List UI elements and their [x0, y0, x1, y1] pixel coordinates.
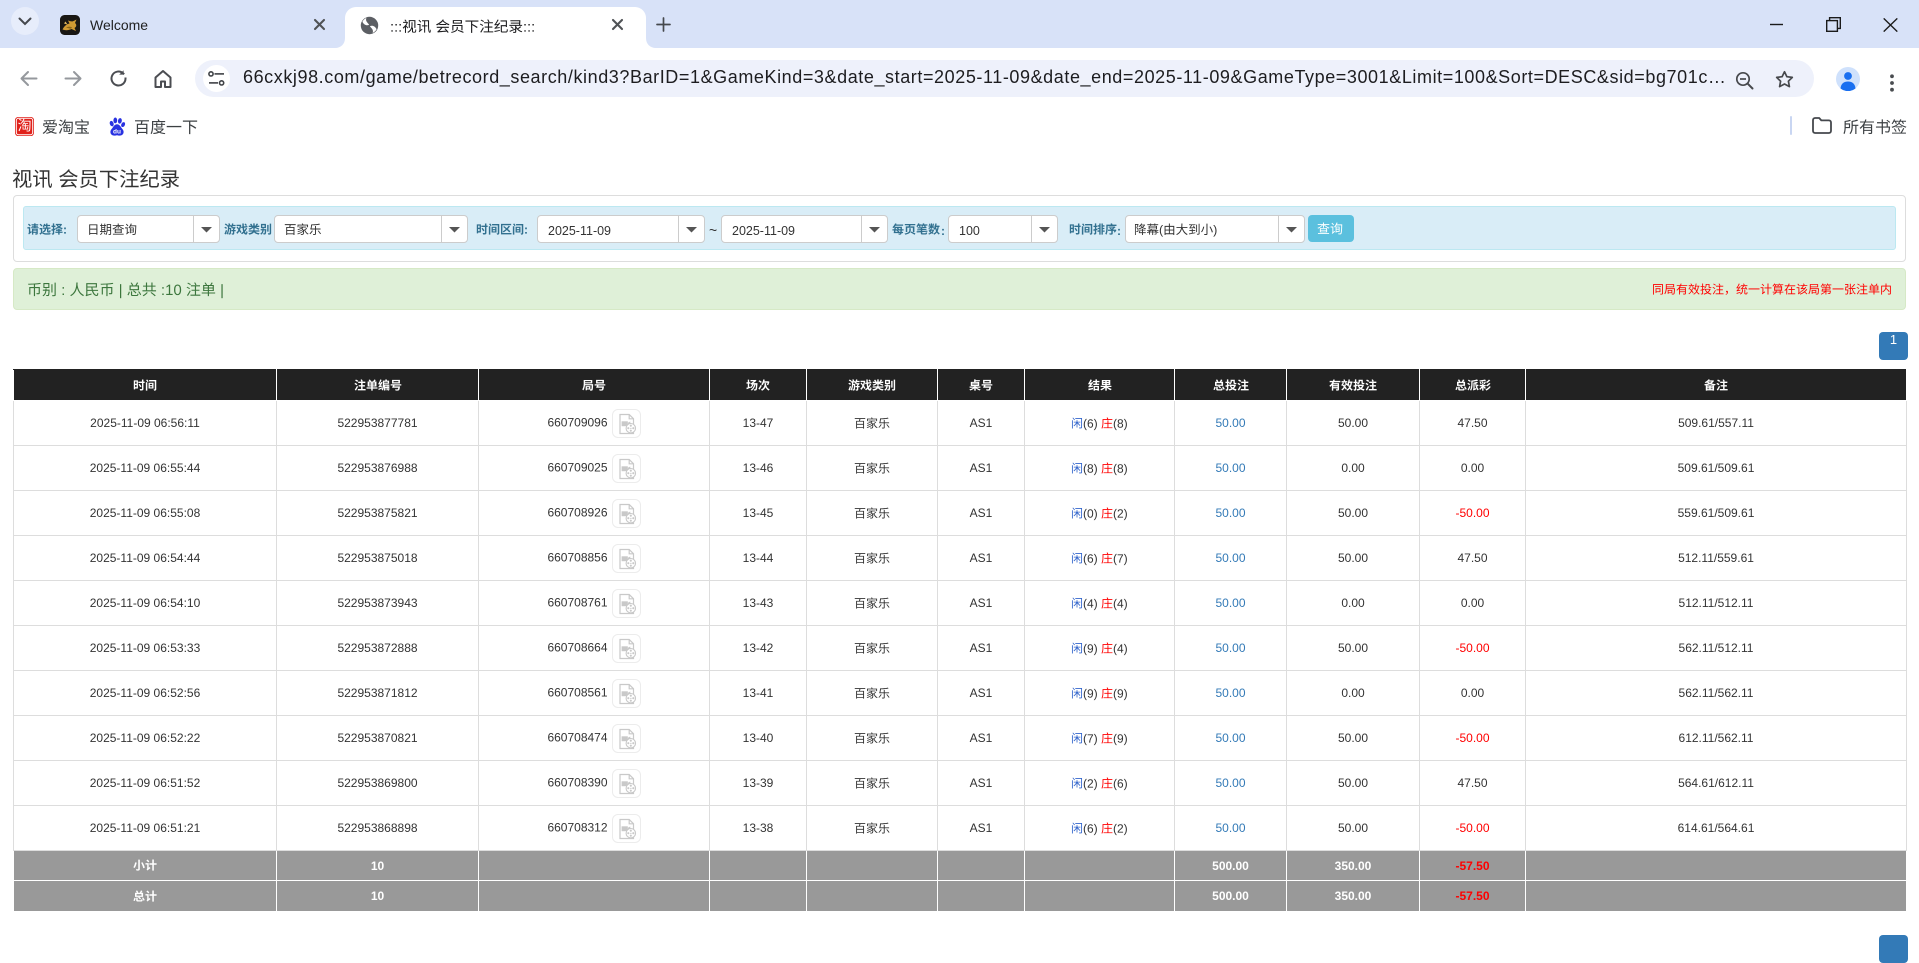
svg-text:du: du: [113, 128, 121, 135]
